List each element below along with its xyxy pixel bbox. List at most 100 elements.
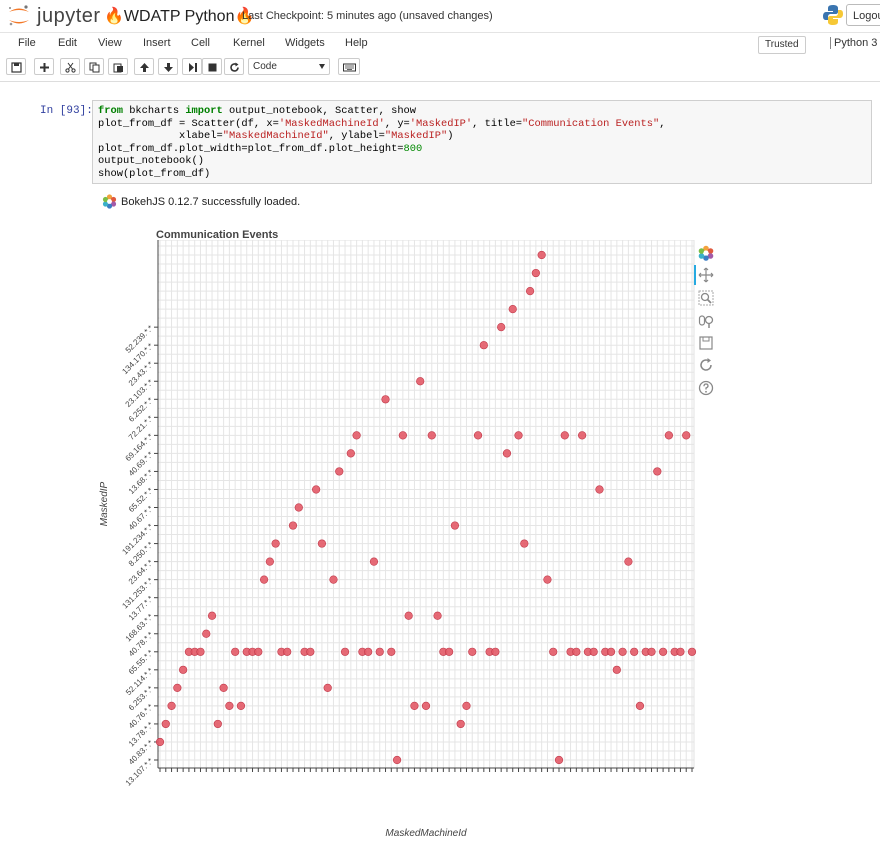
menu-insert[interactable]: Insert	[143, 37, 171, 49]
wheel-zoom-tool-icon[interactable]	[698, 313, 714, 329]
scatter-point[interactable]	[207, 611, 217, 620]
run-button[interactable]	[182, 58, 202, 75]
scatter-point[interactable]	[254, 647, 263, 656]
scatter-point[interactable]	[259, 575, 269, 584]
scatter-point[interactable]	[543, 575, 552, 584]
scatter-point[interactable]	[578, 431, 587, 440]
interrupt-button[interactable]	[202, 58, 222, 75]
menu-edit[interactable]: Edit	[58, 37, 77, 49]
bokeh-logo-icon[interactable]	[698, 245, 714, 261]
scatter-point[interactable]	[560, 431, 569, 440]
scatter-point[interactable]	[658, 647, 668, 656]
code-cell-input[interactable]: from bkcharts import output_notebook, Sc…	[92, 100, 872, 184]
trusted-indicator[interactable]: Trusted	[758, 36, 806, 54]
scatter-point[interactable]	[173, 683, 182, 692]
scatter-point[interactable]	[427, 431, 436, 440]
scatter-point[interactable]	[618, 647, 627, 656]
scatter-point[interactable]	[225, 701, 234, 710]
scatter-point[interactable]	[554, 755, 564, 765]
scatter-point[interactable]	[456, 719, 465, 729]
scatter-point[interactable]	[537, 250, 546, 260]
scatter-point[interactable]	[421, 701, 431, 710]
scatter-point[interactable]	[369, 557, 379, 566]
scatter-plot[interactable]: 13.107.*.*40.83.*.*13.78.*.*40.76.*.*6.2…	[96, 240, 716, 848]
scatter-point[interactable]	[196, 647, 205, 656]
menu-kernel[interactable]: Kernel	[233, 37, 265, 49]
scatter-point[interactable]	[653, 467, 662, 476]
scatter-point[interactable]	[682, 431, 691, 440]
cell-type-select[interactable]: Code	[248, 58, 330, 75]
scatter-point[interactable]	[572, 647, 581, 656]
reset-tool-icon[interactable]	[698, 357, 714, 373]
menu-view[interactable]: View	[98, 37, 122, 49]
scatter-point[interactable]	[462, 701, 471, 710]
scatter-point[interactable]	[497, 323, 506, 332]
save-button[interactable]	[6, 58, 26, 75]
scatter-point[interactable]	[352, 431, 361, 440]
scatter-point[interactable]	[219, 683, 228, 692]
insert-cell-button[interactable]	[34, 58, 54, 75]
scatter-point[interactable]	[306, 647, 315, 656]
scatter-point[interactable]	[265, 557, 274, 566]
box-zoom-tool-icon[interactable]	[698, 290, 714, 306]
scatter-point[interactable]	[508, 305, 517, 314]
scatter-point[interactable]	[161, 719, 170, 729]
scatter-point[interactable]	[491, 647, 500, 656]
scatter-point[interactable]	[283, 647, 292, 656]
logout-button[interactable]: Logout	[846, 4, 880, 26]
save-tool-icon[interactable]	[698, 335, 714, 351]
paste-button[interactable]	[108, 58, 128, 75]
menu-widgets[interactable]: Widgets	[285, 37, 325, 49]
menu-cell[interactable]: Cell	[191, 37, 210, 49]
scatter-point[interactable]	[179, 665, 188, 674]
scatter-point[interactable]	[335, 467, 344, 476]
scatter-point[interactable]	[231, 647, 240, 656]
scatter-point[interactable]	[288, 521, 298, 530]
scatter-point[interactable]	[398, 431, 407, 440]
scatter-point[interactable]	[473, 431, 483, 440]
scatter-point[interactable]	[364, 647, 373, 656]
scatter-point[interactable]	[433, 611, 442, 620]
scatter-point[interactable]	[445, 647, 454, 656]
scatter-point[interactable]	[664, 431, 673, 440]
scatter-point[interactable]	[312, 485, 321, 494]
scatter-point[interactable]	[387, 647, 396, 656]
scatter-point[interactable]	[155, 737, 165, 747]
scatter-point[interactable]	[375, 647, 384, 656]
scatter-point[interactable]	[450, 521, 460, 530]
scatter-point[interactable]	[624, 557, 633, 566]
scatter-point[interactable]	[340, 647, 350, 656]
menu-file[interactable]: File	[18, 37, 36, 49]
notebook-name[interactable]: 🔥WDATP Python🔥	[104, 6, 254, 26]
scatter-point[interactable]	[381, 395, 390, 404]
help-icon[interactable]	[698, 380, 714, 396]
scatter-point[interactable]	[479, 341, 488, 350]
kernel-name[interactable]: Python 3	[830, 37, 877, 49]
pan-tool-icon[interactable]	[698, 267, 714, 283]
scatter-point[interactable]	[514, 431, 523, 440]
scatter-point[interactable]	[525, 286, 535, 296]
scatter-point[interactable]	[323, 683, 332, 692]
scatter-point[interactable]	[410, 701, 419, 710]
scatter-point[interactable]	[612, 665, 621, 674]
scatter-point[interactable]	[213, 719, 222, 729]
scatter-point[interactable]	[549, 647, 558, 656]
jupyter-logo[interactable]: jupyter	[6, 3, 100, 29]
command-palette-button[interactable]	[338, 58, 360, 75]
scatter-point[interactable]	[502, 449, 512, 458]
move-up-button[interactable]	[134, 58, 154, 75]
scatter-point[interactable]	[392, 755, 402, 765]
scatter-point[interactable]	[416, 377, 425, 386]
scatter-point[interactable]	[531, 268, 540, 278]
scatter-point[interactable]	[630, 647, 639, 656]
scatter-point[interactable]	[236, 701, 246, 710]
scatter-point[interactable]	[167, 701, 176, 710]
scatter-point[interactable]	[271, 539, 280, 548]
scatter-point[interactable]	[647, 647, 656, 656]
scatter-point[interactable]	[520, 539, 529, 548]
scatter-point[interactable]	[468, 647, 477, 656]
scatter-point[interactable]	[202, 629, 211, 638]
scatter-point[interactable]	[329, 575, 338, 584]
scatter-point[interactable]	[346, 449, 355, 458]
scatter-point[interactable]	[595, 485, 604, 494]
